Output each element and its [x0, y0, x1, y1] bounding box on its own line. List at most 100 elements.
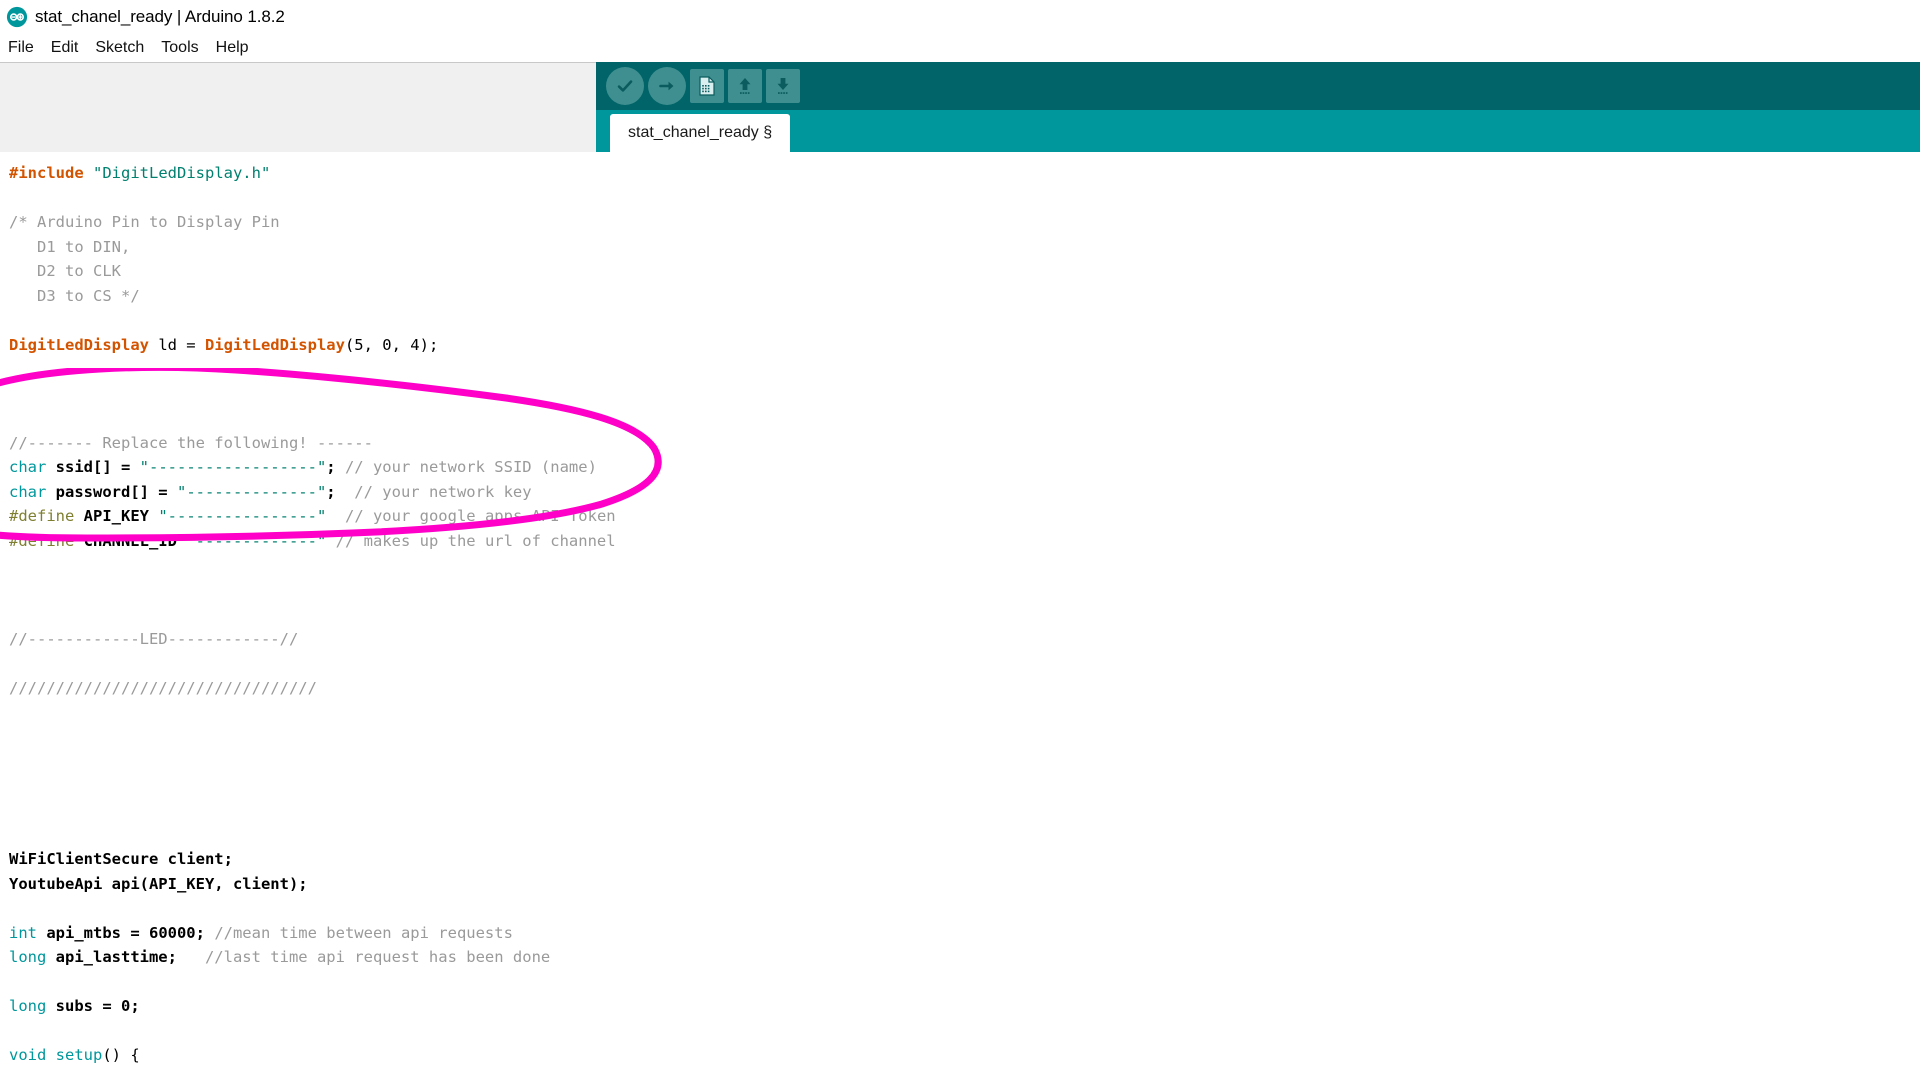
verify-button[interactable] [606, 67, 644, 105]
title-bar: stat_chanel_ready | Arduino 1.8.2 [0, 0, 1920, 34]
code-token: ssid[] = [46, 458, 139, 476]
code-line [9, 602, 616, 627]
code-token: DigitLedDisplay [205, 336, 345, 354]
code-token: "------------------" [140, 458, 327, 476]
code-token: //------------LED------------// [9, 630, 298, 648]
code-token: // your network key [354, 483, 531, 501]
sketch-tab-strip: stat_chanel_ready § [596, 110, 1920, 152]
code-token: #include [9, 164, 93, 182]
code-token: #define [9, 532, 74, 550]
code-line [9, 1019, 616, 1044]
code-line [9, 308, 616, 333]
new-document-icon [697, 75, 717, 97]
code-line [9, 823, 616, 848]
checkmark-icon [614, 75, 636, 97]
window-title: stat_chanel_ready | Arduino 1.8.2 [35, 7, 285, 27]
new-sketch-button[interactable] [690, 69, 724, 103]
code-token: // your google apps API Token [345, 507, 616, 525]
code-token: char [9, 458, 46, 476]
code-token: WiFiClientSecure client; [9, 850, 233, 868]
code-token: //------- Replace the following! ------ [9, 434, 373, 452]
code-token: D1 to DIN, [9, 238, 130, 256]
code-line [9, 749, 616, 774]
code-token: api_lasttime; [46, 948, 205, 966]
code-line [9, 970, 616, 995]
menu-item-tools[interactable]: Tools [161, 37, 207, 59]
code-line [9, 774, 616, 799]
code-token: long [9, 948, 46, 966]
menu-item-sketch[interactable]: Sketch [95, 37, 153, 59]
code-token: ///////////////////////////////// [9, 679, 317, 697]
code-token: ; [326, 483, 354, 501]
code-token: YoutubeApi api(API_KEY, client); [9, 875, 308, 893]
code-line [9, 578, 616, 603]
menu-item-edit[interactable]: Edit [51, 37, 88, 59]
menu-item-file[interactable]: File [8, 37, 43, 59]
code-line: char ssid[] = "------------------"; // y… [9, 455, 616, 480]
code-line: D3 to CS */ [9, 284, 616, 309]
source-code[interactable]: #include "DigitLedDisplay.h" /* Arduino … [9, 161, 616, 1068]
code-token: int [9, 924, 37, 942]
code-token: "-------------" [186, 532, 326, 550]
code-token: long [9, 997, 46, 1015]
code-line: #define CHANNEL_ID "-------------" // ma… [9, 529, 616, 554]
code-line [9, 651, 616, 676]
code-token: // your network SSID (name) [345, 458, 597, 476]
code-line: long api_lasttime; //last time api reque… [9, 945, 616, 970]
code-line: void setup() { [9, 1043, 616, 1068]
code-token: ; [326, 458, 345, 476]
code-token: char [9, 483, 46, 501]
code-token: password[] = [46, 483, 177, 501]
code-editor[interactable]: #include "DigitLedDisplay.h" /* Arduino … [0, 152, 1920, 1080]
code-line [9, 357, 616, 382]
arduino-infinity-logo-icon [6, 6, 28, 28]
code-line [9, 186, 616, 211]
menu-bar: File Edit Sketch Tools Help [0, 34, 1920, 62]
code-line: //------------LED------------// [9, 627, 616, 652]
code-line: WiFiClientSecure client; [9, 847, 616, 872]
code-line: //------- Replace the following! ------ [9, 431, 616, 456]
code-token: CHANNEL_ID [74, 532, 186, 550]
code-line: ///////////////////////////////// [9, 676, 616, 701]
upper-left-blank-pane [0, 62, 596, 152]
save-sketch-button[interactable] [766, 69, 800, 103]
code-line [9, 896, 616, 921]
code-token: void [9, 1046, 46, 1064]
code-line: D1 to DIN, [9, 235, 616, 260]
sketch-tab-label: stat_chanel_ready § [628, 124, 772, 142]
code-token: /* Arduino Pin to Display Pin [9, 213, 280, 231]
code-token [46, 1046, 55, 1064]
upper-left-pane-surface [0, 63, 594, 151]
code-token: setup [56, 1046, 103, 1064]
editor-toolbar [596, 62, 1920, 110]
code-token: (5, 0, 4); [345, 336, 438, 354]
code-line [9, 700, 616, 725]
code-token: #define [9, 507, 74, 525]
arrow-down-icon [773, 75, 793, 97]
open-sketch-button[interactable] [728, 69, 762, 103]
code-token: DigitLedDisplay [9, 336, 149, 354]
code-line: #define API_KEY "----------------" // yo… [9, 504, 616, 529]
code-token: // makes up the url of channel [336, 532, 616, 550]
code-token: "DigitLedDisplay.h" [93, 164, 270, 182]
upload-button[interactable] [648, 67, 686, 105]
code-token: ld = [149, 336, 205, 354]
menu-item-help[interactable]: Help [216, 37, 258, 59]
code-line [9, 725, 616, 750]
code-token: //last time api request has been done [205, 948, 550, 966]
arrow-up-icon [735, 75, 755, 97]
arrow-right-icon [656, 75, 678, 97]
code-line [9, 798, 616, 823]
code-line: char password[] = "--------------"; // y… [9, 480, 616, 505]
code-token: D3 to CS */ [9, 287, 140, 305]
code-line [9, 382, 616, 407]
sketch-tab-stat-chanel-ready[interactable]: stat_chanel_ready § [610, 114, 790, 152]
code-line: DigitLedDisplay ld = DigitLedDisplay(5, … [9, 333, 616, 358]
code-token: "--------------" [177, 483, 326, 501]
code-token: API_KEY [74, 507, 158, 525]
code-token: api_mtbs = 60000; [37, 924, 214, 942]
code-line: /* Arduino Pin to Display Pin [9, 210, 616, 235]
code-token [326, 507, 345, 525]
code-token: //mean time between api requests [214, 924, 513, 942]
code-line [9, 553, 616, 578]
